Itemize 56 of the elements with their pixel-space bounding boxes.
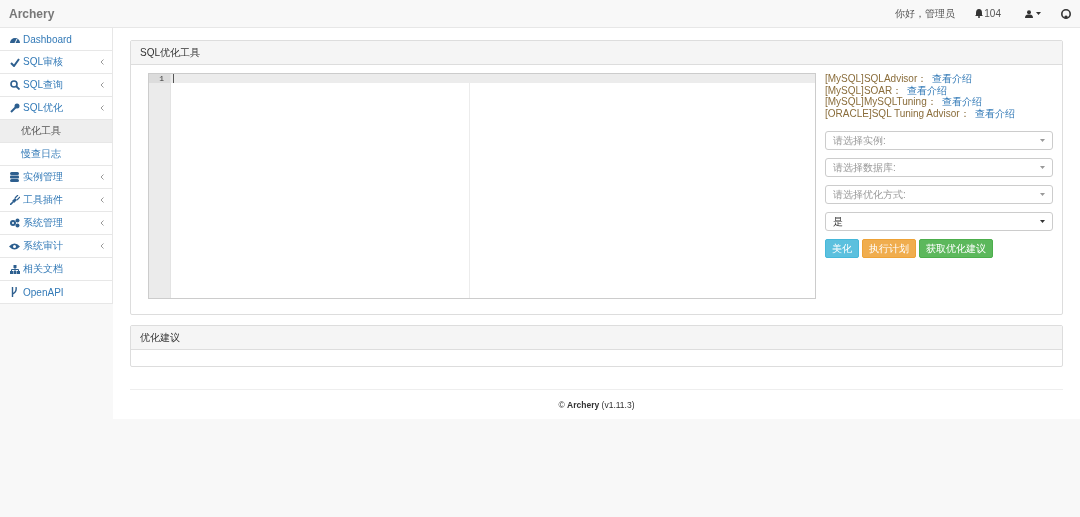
caret-icon <box>1040 193 1045 196</box>
search-icon <box>9 80 20 90</box>
panel-title: 优化建议 <box>131 326 1062 350</box>
caret-icon[interactable] <box>1036 12 1041 15</box>
select-field[interactable]: 请选择实例: <box>825 131 1053 150</box>
chevron-icon <box>100 174 104 180</box>
bell-icon[interactable] <box>975 9 984 18</box>
plug-icon <box>9 195 20 205</box>
intro-link[interactable]: 查看介绍 <box>941 96 982 107</box>
chevron-icon <box>100 243 104 249</box>
chevron-icon <box>100 82 104 88</box>
line-number: 1 <box>149 74 170 83</box>
sitemap-icon <box>9 264 20 274</box>
footer-text: © Archery (v1.11.3) <box>558 399 635 410</box>
chevron-icon <box>100 197 104 203</box>
text-cursor <box>173 74 174 83</box>
brand-title[interactable]: Archery <box>9 6 55 21</box>
sidebar-item[interactable]: 相关文档 <box>0 258 112 281</box>
code-editor[interactable]: 1 <box>148 73 816 299</box>
sidebar-item[interactable]: 系统审计 <box>0 235 112 258</box>
database-icon <box>10 172 19 182</box>
intro-link[interactable]: 查看介绍 <box>932 73 973 84</box>
greeting-text: 你好，管理员 <box>895 6 956 21</box>
sidebar-item[interactable]: SQL查询 <box>0 74 112 97</box>
sidebar-item[interactable]: 工具插件 <box>0 189 112 212</box>
submenu-item[interactable]: 优化工具 <box>0 120 112 143</box>
chevron-icon <box>100 59 104 65</box>
select-field[interactable]: 是 <box>825 212 1053 231</box>
gears-icon <box>9 218 20 228</box>
notification-count[interactable]: 104 <box>984 8 1001 19</box>
caret-icon <box>1040 139 1045 142</box>
select-field[interactable]: 请选择优化方式: <box>825 185 1053 204</box>
chevron-icon <box>100 105 104 111</box>
branch-icon <box>11 287 18 297</box>
intro-link[interactable]: 查看介绍 <box>907 84 948 96</box>
intro-link[interactable]: 查看介绍 <box>974 107 1015 119</box>
sidebar-item[interactable]: 实例管理 <box>0 166 112 189</box>
wrench-icon <box>9 103 20 113</box>
caret-icon <box>1040 166 1045 169</box>
sidebar-item[interactable]: Dashboard <box>0 28 112 51</box>
user-icon[interactable] <box>1025 9 1033 18</box>
select-field[interactable]: 请选择数据库: <box>825 158 1053 177</box>
sidebar-item[interactable]: 系统管理 <box>0 212 112 235</box>
sidebar-item[interactable]: SQL审核 <box>0 51 112 74</box>
submenu-item[interactable]: 慢查日志 <box>0 143 112 166</box>
tool-name: [MySQL]SQLAdvisor： <box>825 73 928 84</box>
github-icon[interactable] <box>1061 8 1071 19</box>
panel-title: SQL优化工具 <box>131 41 1062 65</box>
tool-name: [ORACLE]SQL Tuning Advisor： <box>825 107 970 119</box>
eye-icon <box>9 242 20 250</box>
caret-icon <box>1040 220 1045 223</box>
chevron-icon <box>100 220 104 226</box>
tool-name: [MySQL]SOAR： <box>825 84 903 96</box>
tool-name: [MySQL]MySQLTuning： <box>825 96 937 107</box>
checkmark-icon <box>9 57 20 67</box>
sidebar-item[interactable]: OpenAPI <box>0 281 112 304</box>
